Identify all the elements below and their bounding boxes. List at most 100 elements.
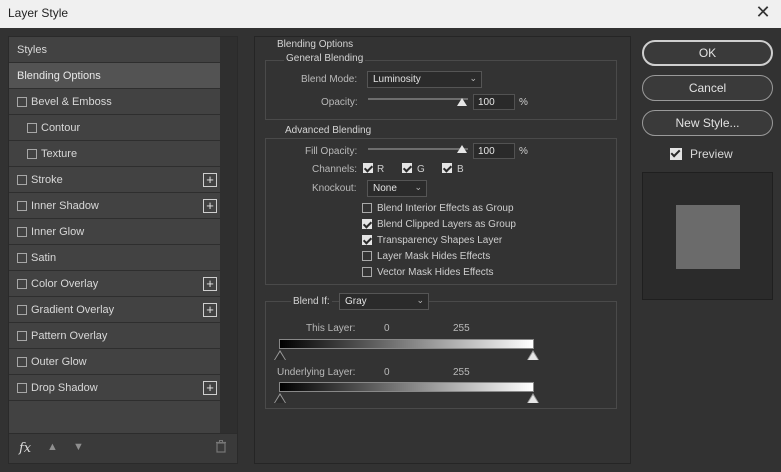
styles-scrollbar[interactable]	[220, 37, 237, 435]
this-layer-max: 255	[453, 323, 470, 334]
cancel-button[interactable]: Cancel	[642, 75, 773, 101]
this-layer-white-thumb[interactable]	[528, 352, 538, 360]
style-item-pattern-overlay[interactable]: Pattern Overlay	[9, 323, 221, 349]
trash-icon[interactable]	[215, 440, 227, 456]
underlying-layer-max: 255	[453, 367, 470, 378]
style-checkbox[interactable]	[17, 201, 27, 211]
style-item-inner-glow[interactable]: Inner Glow	[9, 219, 221, 245]
this-layer-min: 0	[384, 323, 390, 334]
style-checkbox[interactable]	[17, 253, 27, 263]
styles-header-label: Styles	[17, 44, 47, 56]
underlying-black-thumb[interactable]	[275, 395, 285, 403]
style-item-contour[interactable]: Contour	[9, 115, 221, 141]
new-style-button[interactable]: New Style...	[642, 110, 773, 136]
fill-opacity-slider-thumb[interactable]	[457, 145, 467, 153]
vector-mask-hides-checkbox[interactable]	[362, 267, 372, 277]
style-item-bevel-emboss[interactable]: Bevel & Emboss	[9, 89, 221, 115]
fill-opacity-value: 100	[478, 146, 495, 157]
blending-options-title: Blending Options	[275, 39, 356, 50]
close-icon[interactable]: ✕	[755, 3, 771, 21]
opacity-slider[interactable]	[368, 98, 468, 100]
styles-list: Styles Blending Options Bevel & Emboss C…	[9, 37, 221, 401]
style-checkbox[interactable]	[17, 279, 27, 289]
blend-clipped-label: Blend Clipped Layers as Group	[377, 219, 516, 230]
style-checkbox[interactable]	[17, 175, 27, 185]
channel-g-checkbox[interactable]	[402, 163, 412, 173]
this-layer-black-thumb[interactable]	[275, 352, 285, 360]
opacity-input[interactable]: 100	[473, 94, 515, 110]
vector-mask-hides-label: Vector Mask Hides Effects	[377, 267, 494, 278]
arrow-down-icon[interactable]: ▼	[73, 441, 84, 453]
blend-mode-select[interactable]: Luminosity ⌄	[367, 71, 482, 88]
add-stroke-icon[interactable]: +	[203, 173, 217, 187]
style-checkbox[interactable]	[17, 97, 27, 107]
knockout-label: Knockout:	[312, 183, 357, 194]
window-title: Layer Style	[8, 6, 69, 20]
knockout-select[interactable]: None ⌄	[367, 180, 427, 197]
chevron-down-icon: ⌄	[469, 73, 477, 83]
blend-clipped-checkbox[interactable]	[362, 219, 372, 229]
general-blending-group	[265, 60, 617, 120]
styles-footer: fx ▲ ▼	[9, 433, 237, 463]
style-item-inner-shadow[interactable]: Inner Shadow +	[9, 193, 221, 219]
preview-swatch	[676, 205, 740, 269]
styles-panel: Styles Blending Options Bevel & Emboss C…	[8, 36, 238, 464]
blend-if-select[interactable]: Gray ⌄	[339, 293, 429, 310]
style-item-outer-glow[interactable]: Outer Glow	[9, 349, 221, 375]
preview-checkbox[interactable]	[670, 148, 682, 160]
style-checkbox[interactable]	[27, 123, 37, 133]
blend-interior-checkbox[interactable]	[362, 203, 372, 213]
layer-mask-hides-checkbox[interactable]	[362, 251, 372, 261]
style-item-label: Stroke	[31, 174, 63, 186]
general-blending-legend: General Blending	[284, 53, 366, 64]
underlying-layer-label: Underlying Layer:	[277, 367, 356, 378]
fill-opacity-percent: %	[519, 146, 528, 157]
channel-b-checkbox[interactable]	[442, 163, 452, 173]
style-item-label: Pattern Overlay	[31, 330, 108, 342]
style-checkbox[interactable]	[17, 227, 27, 237]
style-checkbox[interactable]	[17, 331, 27, 341]
channel-g-label: G	[417, 164, 425, 175]
style-item-drop-shadow[interactable]: Drop Shadow +	[9, 375, 221, 401]
layer-mask-hides-label: Layer Mask Hides Effects	[377, 251, 491, 262]
opacity-percent: %	[519, 97, 528, 108]
blend-interior-label: Blend Interior Effects as Group	[377, 203, 514, 214]
style-checkbox[interactable]	[27, 149, 37, 159]
style-item-satin[interactable]: Satin	[9, 245, 221, 271]
opacity-value: 100	[478, 97, 495, 108]
fill-opacity-input[interactable]: 100	[473, 143, 515, 159]
add-gradient-overlay-icon[interactable]: +	[203, 303, 217, 317]
style-checkbox[interactable]	[17, 383, 27, 393]
transparency-shapes-checkbox[interactable]	[362, 235, 372, 245]
style-item-gradient-overlay[interactable]: Gradient Overlay +	[9, 297, 221, 323]
fill-opacity-label: Fill Opacity:	[305, 146, 358, 157]
style-item-label: Gradient Overlay	[31, 304, 115, 316]
opacity-slider-thumb[interactable]	[457, 98, 467, 106]
add-drop-shadow-icon[interactable]: +	[203, 381, 217, 395]
underlying-layer-min: 0	[384, 367, 390, 378]
transparency-shapes-label: Transparency Shapes Layer	[377, 235, 503, 246]
style-item-blending-options[interactable]: Blending Options	[9, 63, 221, 89]
title-bar: Layer Style ✕	[0, 0, 781, 28]
fill-opacity-slider[interactable]	[368, 148, 468, 150]
add-inner-shadow-icon[interactable]: +	[203, 199, 217, 213]
style-checkbox[interactable]	[17, 305, 27, 315]
blend-if-label: Blend If:	[291, 296, 332, 307]
add-color-overlay-icon[interactable]: +	[203, 277, 217, 291]
blend-if-value: Gray	[345, 296, 367, 307]
underlying-white-thumb[interactable]	[528, 395, 538, 403]
fx-icon[interactable]: fx	[19, 441, 31, 456]
channel-r-checkbox[interactable]	[363, 163, 373, 173]
style-item-texture[interactable]: Texture	[9, 141, 221, 167]
style-item-label: Bevel & Emboss	[31, 96, 112, 108]
knockout-value: None	[373, 183, 397, 194]
blend-if-group	[265, 301, 617, 409]
style-item-color-overlay[interactable]: Color Overlay +	[9, 271, 221, 297]
blend-mode-value: Luminosity	[373, 74, 421, 85]
arrow-up-icon[interactable]: ▲	[47, 441, 58, 453]
ok-button[interactable]: OK	[642, 40, 773, 66]
style-item-label: Color Overlay	[31, 278, 99, 290]
preview-box	[642, 172, 773, 300]
style-checkbox[interactable]	[17, 357, 27, 367]
style-item-stroke[interactable]: Stroke +	[9, 167, 221, 193]
